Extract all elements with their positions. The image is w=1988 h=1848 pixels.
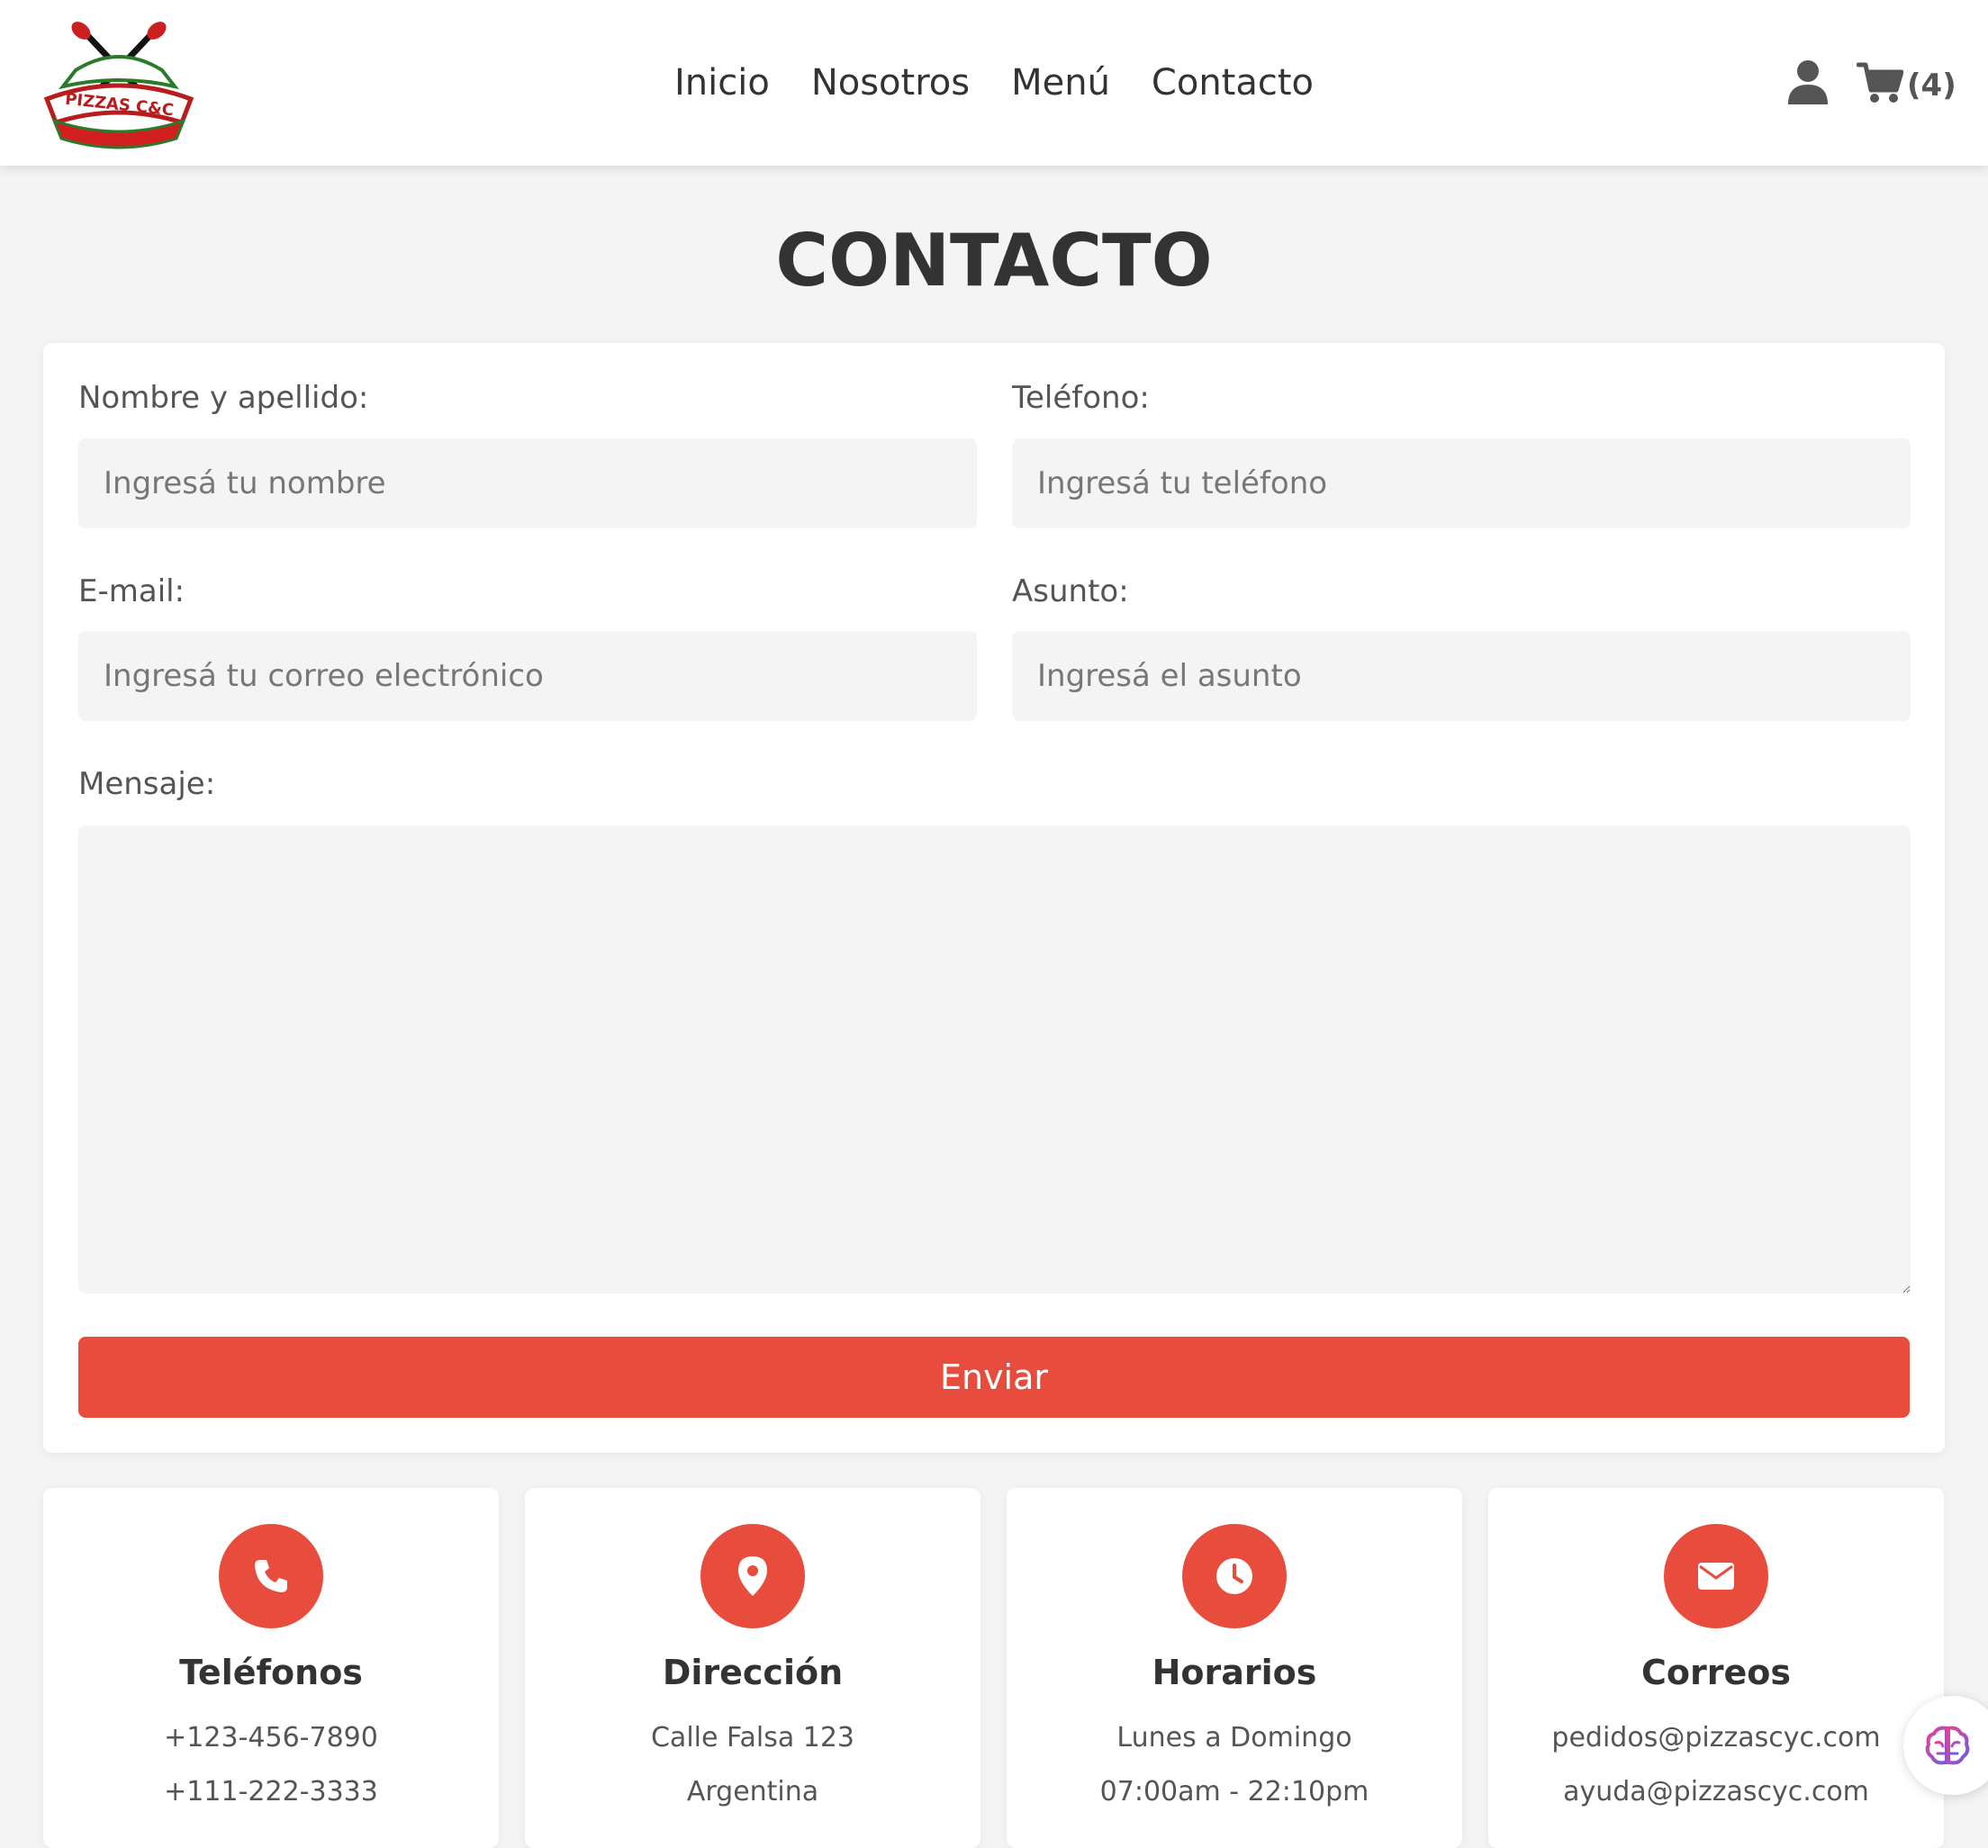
user-button[interactable] [1786,59,1830,104]
message-label: Mensaje: [78,766,216,802]
site-header: PIZZAS C&C Inicio Nosotros Menú Contacto… [0,0,1988,166]
contact-form: Nombre y apellido: Teléfono: E-mail: Asu… [43,343,1945,1453]
nav-contacto[interactable]: Contacto [1152,62,1314,104]
phone-input[interactable] [1012,438,1911,528]
info-line: ayuda@pizzascyc.com [1563,1776,1869,1807]
phone-icon [255,1560,287,1592]
name-input[interactable] [78,438,977,528]
nav-inicio[interactable]: Inicio [674,62,770,104]
info-icon-circle [1664,1524,1768,1628]
logo[interactable]: PIZZAS C&C [40,16,198,149]
cart-count: (4) [1907,68,1956,104]
nav-menu[interactable]: Menú [1011,62,1110,104]
email-label: E-mail: [78,573,185,609]
info-line: Calle Falsa 123 [650,1722,855,1753]
cart-button[interactable]: (4) [1857,58,1956,108]
nav-nosotros[interactable]: Nosotros [811,62,970,104]
email-input[interactable] [78,631,977,721]
cart-icon [1857,62,1903,103]
info-card-hours: Horarios Lunes a Domingo 07:00am - 22:10… [1007,1488,1462,1848]
main-nav: Inicio Nosotros Menú Contacto [0,0,1988,166]
info-card-address: Dirección Calle Falsa 123 Argentina [525,1488,980,1848]
info-title: Teléfonos [179,1653,363,1692]
info-line: Argentina [686,1776,819,1807]
info-title: Dirección [662,1653,844,1692]
message-textarea[interactable] [78,825,1911,1294]
envelope-icon [1698,1563,1734,1590]
submit-button[interactable]: Enviar [78,1337,1910,1418]
info-card-phones: Teléfonos +123-456-7890 +111-222-3333 [43,1488,499,1848]
clock-icon [1216,1558,1252,1594]
info-icon-circle [1182,1524,1287,1628]
user-icon [1788,60,1828,104]
logo-image: PIZZAS C&C [43,22,194,149]
info-icon-circle [700,1524,805,1628]
phone-label: Teléfono: [1012,380,1150,416]
info-line: 07:00am - 22:10pm [1099,1776,1369,1807]
info-card-emails: Correos pedidos@pizzascyc.com ayuda@pizz… [1488,1488,1944,1848]
info-icon-circle [219,1524,323,1628]
page-title: CONTACTO [775,219,1213,302]
subject-input[interactable] [1012,631,1911,721]
info-line: Lunes a Domingo [1116,1722,1352,1753]
info-title: Correos [1641,1653,1791,1692]
info-line: +111-222-3333 [164,1776,378,1807]
info-title: Horarios [1152,1653,1317,1692]
brain-icon [1925,1726,1970,1765]
location-pin-icon [738,1556,767,1596]
name-label: Nombre y apellido: [78,380,369,416]
info-line: +123-456-7890 [164,1722,378,1753]
subject-label: Asunto: [1012,573,1129,609]
info-line: pedidos@pizzascyc.com [1551,1722,1881,1753]
